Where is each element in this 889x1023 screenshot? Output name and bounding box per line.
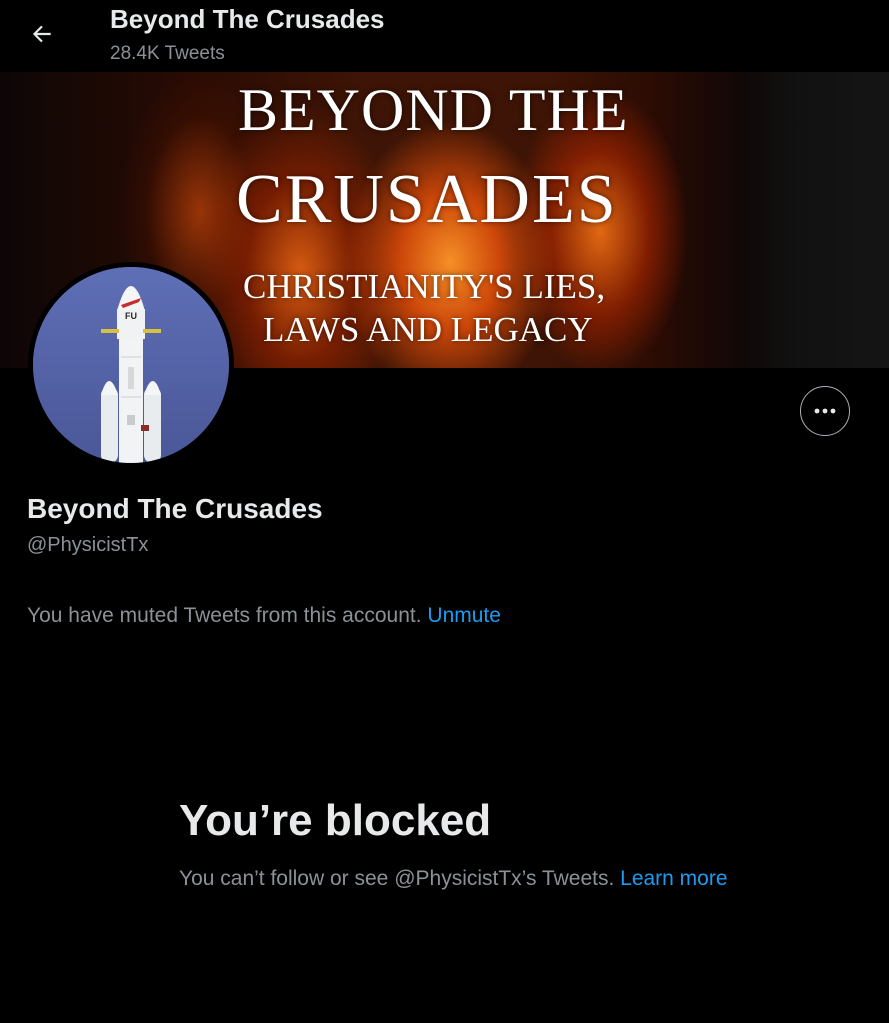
banner-text-line-3: CHRISTIANITY'S LIES, bbox=[243, 267, 606, 306]
muted-notice-text: You have muted Tweets from this account. bbox=[27, 604, 422, 627]
header-tweet-count: 28.4K Tweets bbox=[110, 43, 225, 64]
blocked-description-text: You can’t follow or see @PhysicistTx’s T… bbox=[179, 867, 615, 890]
profile-name: Beyond The Crusades bbox=[27, 493, 323, 524]
avatar-image: FU bbox=[33, 267, 229, 463]
arrow-left-icon bbox=[32, 25, 51, 43]
back-button[interactable] bbox=[22, 16, 62, 52]
profile-avatar[interactable]: FU bbox=[28, 262, 234, 468]
ellipsis-icon bbox=[814, 408, 836, 414]
learn-more-link[interactable]: Learn more bbox=[620, 867, 727, 890]
profile-header: Beyond The Crusades 28.4K Tweets bbox=[0, 0, 889, 72]
more-options-button[interactable] bbox=[800, 386, 850, 436]
rocket-illustration: FU bbox=[33, 267, 229, 463]
banner-text-line-2: CRUSADES bbox=[236, 161, 618, 238]
blocked-description: You can’t follow or see @PhysicistTx’s T… bbox=[179, 864, 739, 894]
unmute-link[interactable]: Unmute bbox=[427, 604, 501, 627]
svg-text:FU: FU bbox=[125, 311, 137, 321]
banner-text-line-1: BEYOND THE bbox=[238, 77, 629, 143]
header-title: Beyond The Crusades bbox=[110, 4, 385, 34]
banner-text-line-4: LAWS AND LEGACY bbox=[263, 310, 593, 349]
banner-dark-edge bbox=[739, 72, 889, 368]
muted-notice: You have muted Tweets from this account.… bbox=[27, 604, 501, 628]
profile-handle: @PhysicistTx bbox=[27, 534, 149, 556]
blocked-title: You’re blocked bbox=[179, 796, 492, 845]
